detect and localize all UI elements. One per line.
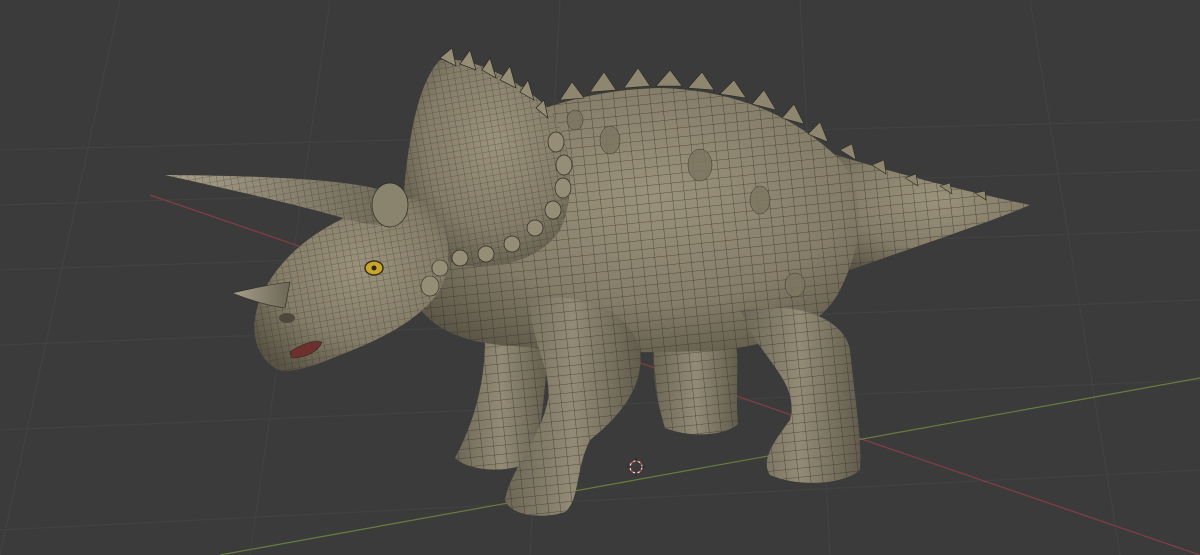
viewport-canvas[interactable] (0, 0, 1200, 555)
triceratops-mesh[interactable] (165, 47, 1030, 516)
nostril (279, 313, 295, 323)
3d-cursor-icon[interactable] (627, 458, 645, 476)
3d-viewport[interactable] (0, 0, 1200, 555)
brow-horn-base (371, 182, 409, 228)
